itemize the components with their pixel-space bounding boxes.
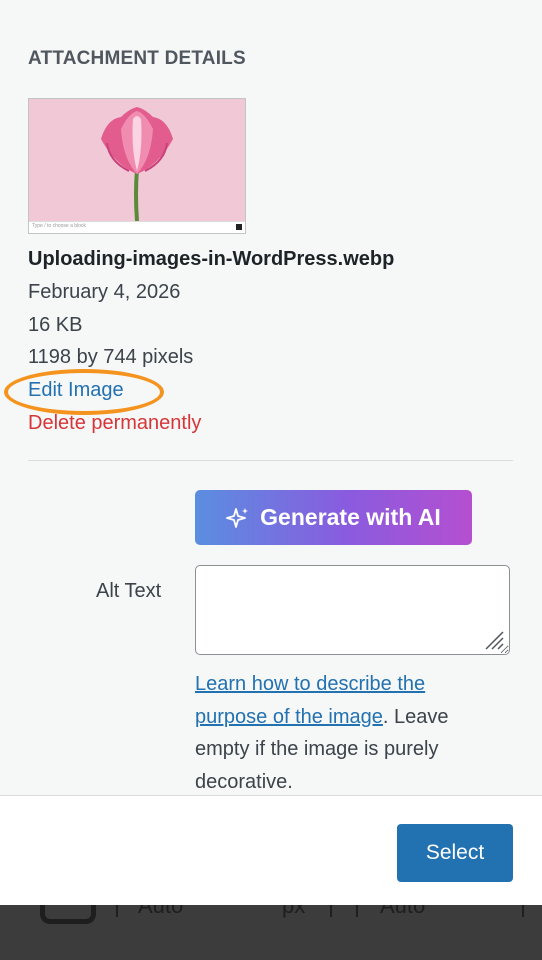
sparkles-icon [226,507,249,528]
attachment-dimensions: 1198 by 744 pixels [28,346,194,368]
attachment-file-size: 16 KB [28,314,83,336]
generate-with-ai-label: Generate with AI [260,504,441,530]
attachment-details-panel: ATTACHMENT DETAILS Type / to choose a bl… [0,0,542,795]
thumbnail-caption-bar: Type / to choose a block [29,221,245,233]
thumbnail-caption: Type / to choose a block [32,223,86,229]
backdrop-separator [116,905,118,917]
thumbnail-corner-icon [236,224,242,230]
alt-text-label: Alt Text [96,580,162,602]
backdrop-separator [330,905,332,917]
section-divider [28,460,513,461]
edit-image-highlight-ring [4,369,164,415]
alt-text-help: Learn how to describe the purpose of the… [195,668,495,795]
delete-permanently-link[interactable]: Delete permanently [28,412,201,435]
editor-backdrop: Auto px Auto [0,905,542,960]
generate-with-ai-button[interactable]: Generate with AI [195,490,472,545]
backdrop-left-value: Auto [138,905,184,918]
select-button[interactable]: Select [397,824,513,882]
resize-grip-icon[interactable] [482,628,504,650]
attachment-filename: Uploading-images-in-WordPress.webp [28,248,395,270]
backdrop-separator [522,905,524,917]
attachment-date: February 4, 2026 [28,281,181,303]
backdrop-right-value: Auto [380,905,426,918]
editor-logo-icon [40,905,96,924]
alt-text-field[interactable] [195,565,510,655]
attachment-thumbnail[interactable]: Type / to choose a block [28,98,246,234]
backdrop-unit: px [282,905,306,918]
tulip-image [29,99,245,222]
attachment-details-heading: ATTACHMENT DETAILS [28,48,246,69]
media-modal-toolbar: Select [0,795,542,906]
backdrop-separator [356,905,358,917]
